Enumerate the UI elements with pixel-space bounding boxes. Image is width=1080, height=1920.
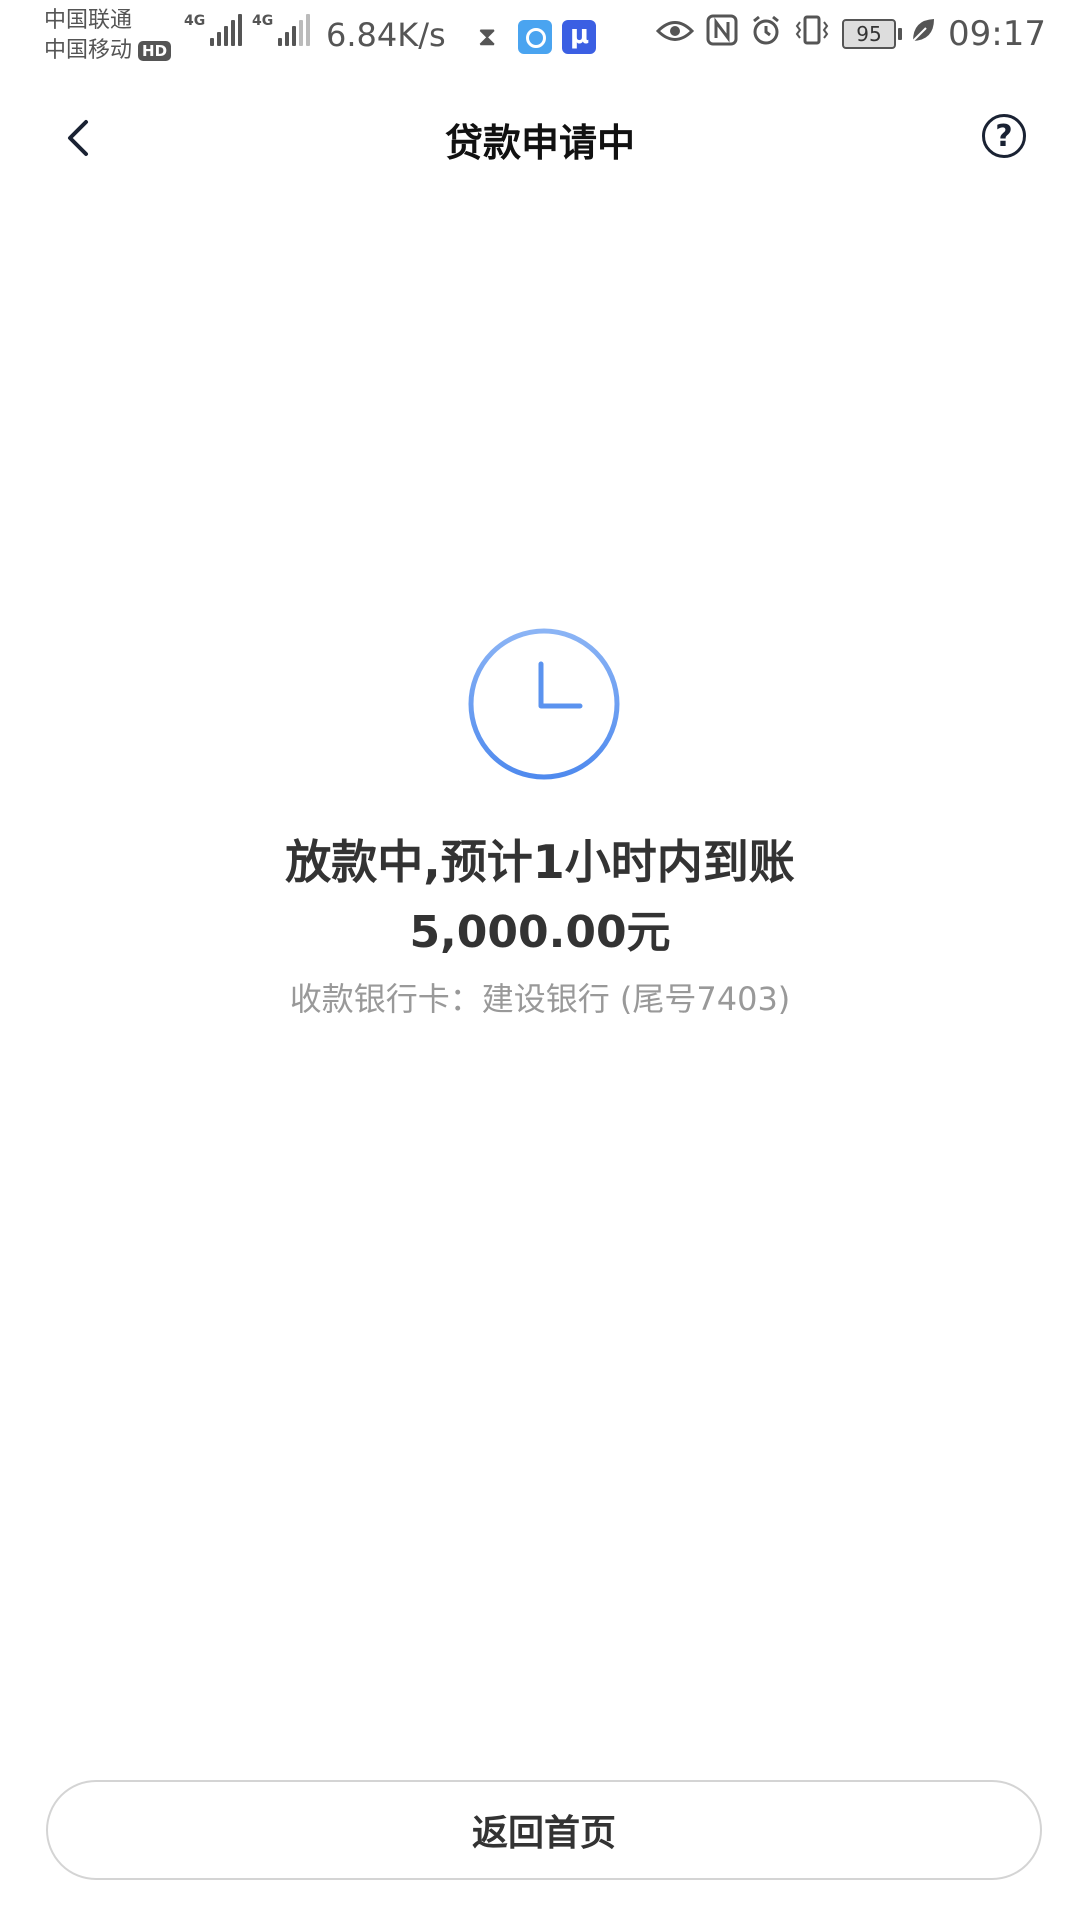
status-bar: 中国联通 中国移动 HD 4G 4G 6.84K/s ⧗ μ 95 09:17: [0, 0, 1080, 80]
hourglass-icon: ⧗: [478, 22, 497, 52]
eye-icon: [655, 17, 695, 52]
status-time: 09:17: [948, 14, 1046, 54]
status-title: 放款中,预计1小时内到账: [285, 835, 795, 889]
alarm-icon: [750, 14, 782, 54]
bank-card-info: 收款银行卡：建设银行 (尾号7403): [289, 980, 791, 1018]
battery-icon: 95: [842, 19, 903, 49]
hd-badge: HD: [138, 41, 172, 61]
utool-app-icon: [562, 20, 596, 54]
carrier-1: 中国联通: [44, 8, 133, 33]
question-circle-icon: ?: [995, 118, 1013, 154]
loan-amount: 5,000.00元: [409, 907, 671, 958]
nfc-icon: [706, 14, 738, 54]
nav-bar: 贷款申请中 ?: [0, 90, 1080, 186]
clock-icon: [468, 628, 620, 780]
system-icons: 95 09:17: [655, 14, 1080, 54]
network-speed: 6.84K/s: [326, 16, 446, 54]
signal-2-icon: 4G: [252, 14, 311, 46]
leaf-icon: [910, 16, 936, 52]
signal-1-icon: 4G: [184, 14, 243, 46]
help-button[interactable]: ?: [982, 114, 1026, 158]
carrier-info: 中国联通 中国移动 HD: [44, 6, 172, 66]
vibrate-icon: [794, 14, 830, 54]
return-home-label: 返回首页: [471, 1813, 616, 1854]
page-title: 贷款申请中: [444, 121, 635, 165]
return-home-button[interactable]: 返回首页: [46, 1780, 1042, 1880]
browser-app-icon: [518, 20, 552, 54]
carrier-2: 中国移动: [44, 38, 133, 63]
